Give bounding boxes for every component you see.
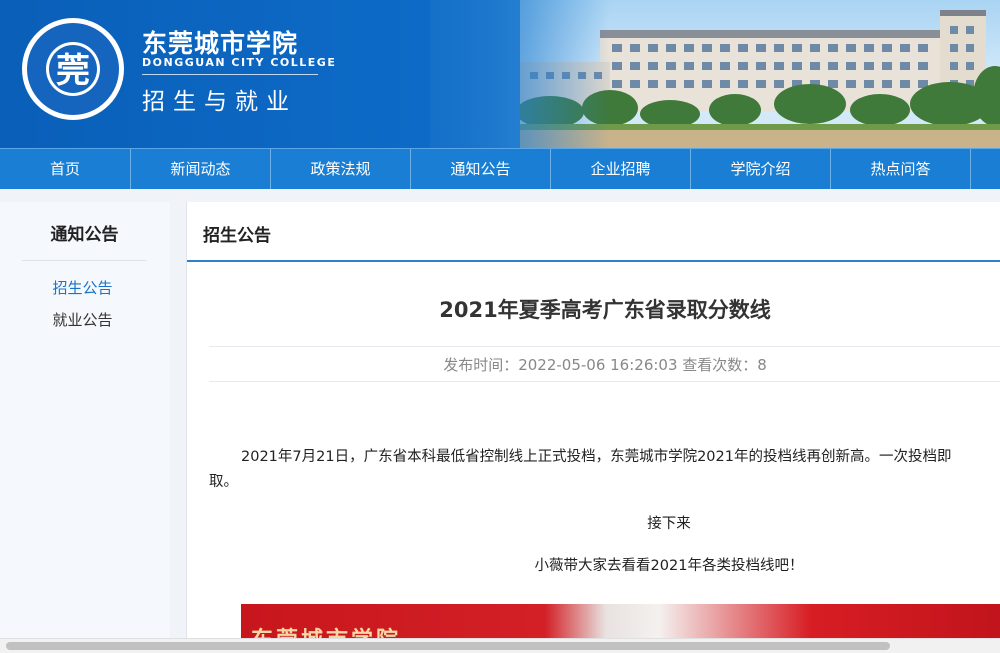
- article-line-intro: 小薇带大家去看看2021年各类投档线吧！: [534, 558, 804, 574]
- meta-top-rule: [209, 346, 1000, 347]
- nav-item-notices[interactable]: 通知公告: [411, 149, 551, 189]
- nav-item-policy[interactable]: 政策法规: [271, 149, 411, 189]
- sidebar-title: 通知公告: [50, 225, 119, 245]
- school-name-cn: 东莞城市学院: [142, 29, 299, 58]
- meta-bottom-rule: [209, 381, 1000, 382]
- banner-fade: [430, 0, 610, 148]
- section-header: 招生公告: [187, 202, 1000, 262]
- article-line-next: 接下来: [647, 516, 691, 532]
- sidebar-item-admissions-notice[interactable]: 招生公告: [0, 277, 165, 298]
- header-banner: 莞 东莞城市学院 DONGGUAN CITY COLLEGE 招生与就业: [0, 0, 1000, 148]
- article-meta: 发布时间：2022-05-06 16:26:03 查看次数：8: [443, 356, 767, 374]
- scrollbar-thumb[interactable]: [6, 642, 890, 650]
- main-content: 招生公告 2021年夏季高考广东省录取分数线 发布时间：2022-05-06 1…: [186, 202, 1000, 642]
- svg-text:莞: 莞: [56, 51, 90, 91]
- section-title: 招生公告: [203, 226, 271, 246]
- article-paragraph-cont: 取。: [209, 474, 238, 490]
- sidebar-item-employment-notice[interactable]: 就业公告: [0, 309, 165, 330]
- nav-item-news[interactable]: 新闻动态: [131, 149, 271, 189]
- sidebar-divider: [22, 260, 147, 261]
- sidebar: 通知公告 招生公告 就业公告: [0, 202, 170, 642]
- college-logo[interactable]: 莞: [20, 16, 126, 122]
- article-title: 2021年夏季高考广东省录取分数线: [439, 298, 771, 322]
- nav-item-recruitment[interactable]: 企业招聘: [551, 149, 691, 189]
- nav-item-about[interactable]: 学院介绍: [691, 149, 831, 189]
- site-title: 招生与就业: [142, 89, 297, 115]
- main-nav: 首页 新闻动态 政策法规 通知公告 企业招聘 学院介绍 热点问答: [0, 148, 1000, 189]
- article-poster-image: 东莞城市学院: [241, 604, 1000, 642]
- title-divider: [142, 74, 318, 75]
- school-name-en: DONGGUAN CITY COLLEGE: [142, 56, 337, 69]
- nav-item-faq[interactable]: 热点问答: [831, 149, 971, 189]
- horizontal-scrollbar[interactable]: [0, 638, 1000, 653]
- nav-item-home[interactable]: 首页: [0, 149, 131, 189]
- article-paragraph: 2021年7月21日，广东省本科最低省控制线上正式投档，东莞城市学院2021年的…: [241, 449, 952, 465]
